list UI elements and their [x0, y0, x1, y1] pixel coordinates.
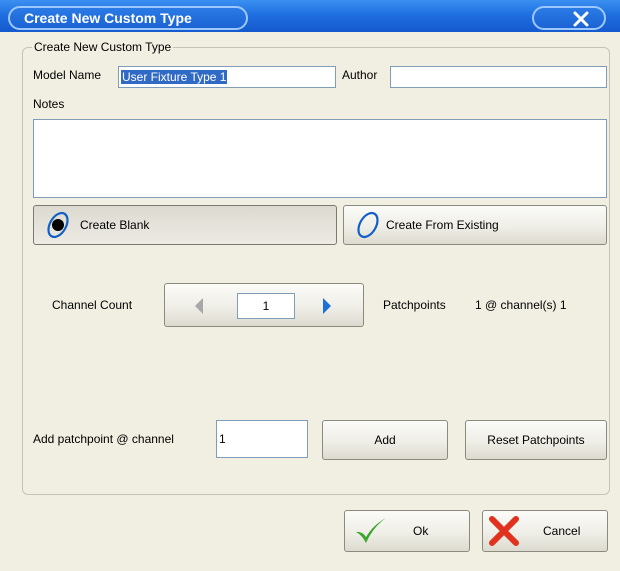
cancel-button[interactable]: Cancel [482, 510, 608, 552]
author-input[interactable] [390, 66, 607, 88]
channel-count-stepper: 1 [164, 283, 364, 327]
radio-unselected-icon [357, 211, 379, 239]
groupbox-legend: Create New Custom Type [32, 40, 174, 54]
patchpoints-label: Patchpoints [383, 298, 446, 312]
arrow-left-icon[interactable] [193, 296, 205, 316]
check-icon [356, 518, 386, 543]
ok-button[interactable]: Ok [344, 510, 470, 552]
ok-label: Ok [413, 524, 429, 538]
model-name-input[interactable]: User Fixture Type 1 [118, 66, 336, 88]
x-icon [489, 516, 519, 546]
create-blank-button[interactable]: Create Blank [33, 205, 337, 245]
create-from-existing-label: Create From Existing [386, 218, 499, 232]
radio-selected-icon [47, 211, 69, 239]
model-name-label: Model Name [33, 68, 102, 82]
add-patchpoint-label: Add patchpoint @ channel [33, 432, 174, 446]
window-title: Create New Custom Type [8, 6, 248, 30]
notes-textarea[interactable] [33, 119, 607, 198]
create-blank-label: Create Blank [80, 218, 150, 232]
close-button[interactable] [532, 6, 606, 30]
add-patchpoint-input[interactable]: 1 [216, 420, 308, 458]
arrow-right-icon[interactable] [321, 296, 333, 316]
close-icon [573, 11, 589, 27]
channel-count-value[interactable]: 1 [237, 293, 295, 319]
author-label: Author [342, 68, 378, 82]
title-bar: Create New Custom Type [0, 0, 620, 32]
model-name-value: User Fixture Type 1 [121, 70, 228, 84]
channel-count-label: Channel Count [52, 298, 133, 312]
create-from-existing-button[interactable]: Create From Existing [343, 205, 607, 245]
cancel-label: Cancel [543, 524, 581, 538]
add-button[interactable]: Add [322, 420, 448, 460]
reset-patchpoints-button[interactable]: Reset Patchpoints [465, 420, 607, 460]
notes-label: Notes [33, 97, 65, 111]
patchpoints-value: 1 @ channel(s) 1 [475, 298, 567, 312]
